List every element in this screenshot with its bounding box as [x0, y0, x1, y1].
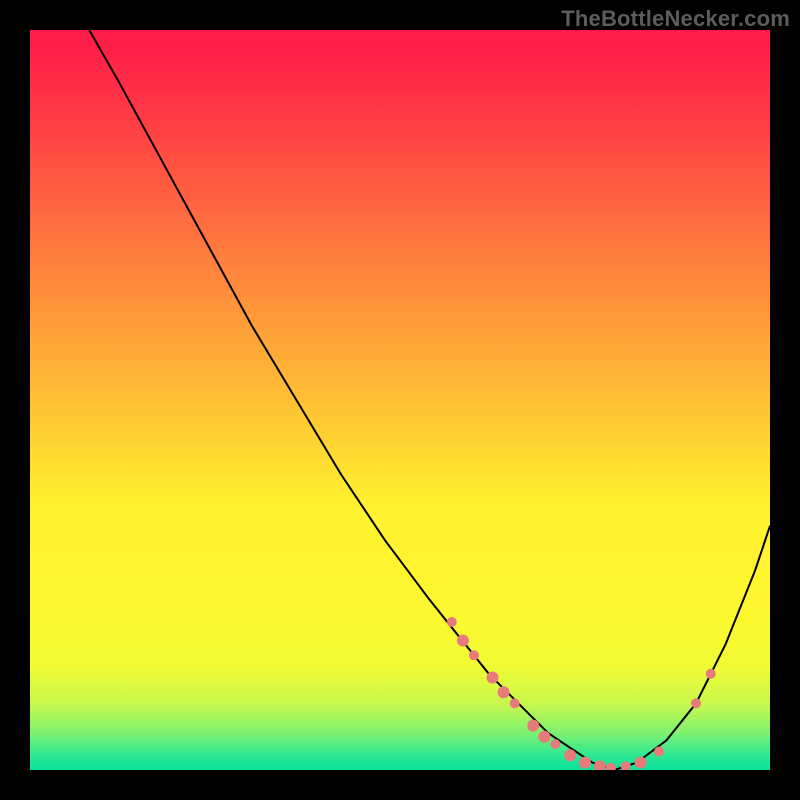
data-markers — [447, 617, 716, 770]
data-marker — [691, 698, 701, 708]
data-marker — [706, 669, 716, 679]
data-marker — [447, 617, 457, 627]
watermark-text: TheBottleNecker.com — [561, 6, 790, 32]
plot-area — [30, 30, 770, 770]
bottleneck-curve — [89, 30, 770, 770]
data-marker — [579, 757, 591, 769]
data-marker — [550, 739, 560, 749]
data-marker — [527, 720, 539, 732]
data-marker — [564, 749, 576, 761]
data-marker — [538, 731, 550, 743]
data-marker — [621, 761, 631, 770]
data-marker — [469, 650, 479, 660]
chart-container: TheBottleNecker.com — [0, 0, 800, 800]
data-marker — [457, 635, 469, 647]
chart-svg — [30, 30, 770, 770]
data-marker — [635, 757, 647, 769]
data-marker — [654, 747, 664, 757]
data-marker — [594, 760, 606, 770]
data-marker — [510, 698, 520, 708]
data-marker — [487, 672, 499, 684]
data-marker — [606, 763, 616, 770]
data-marker — [498, 686, 510, 698]
